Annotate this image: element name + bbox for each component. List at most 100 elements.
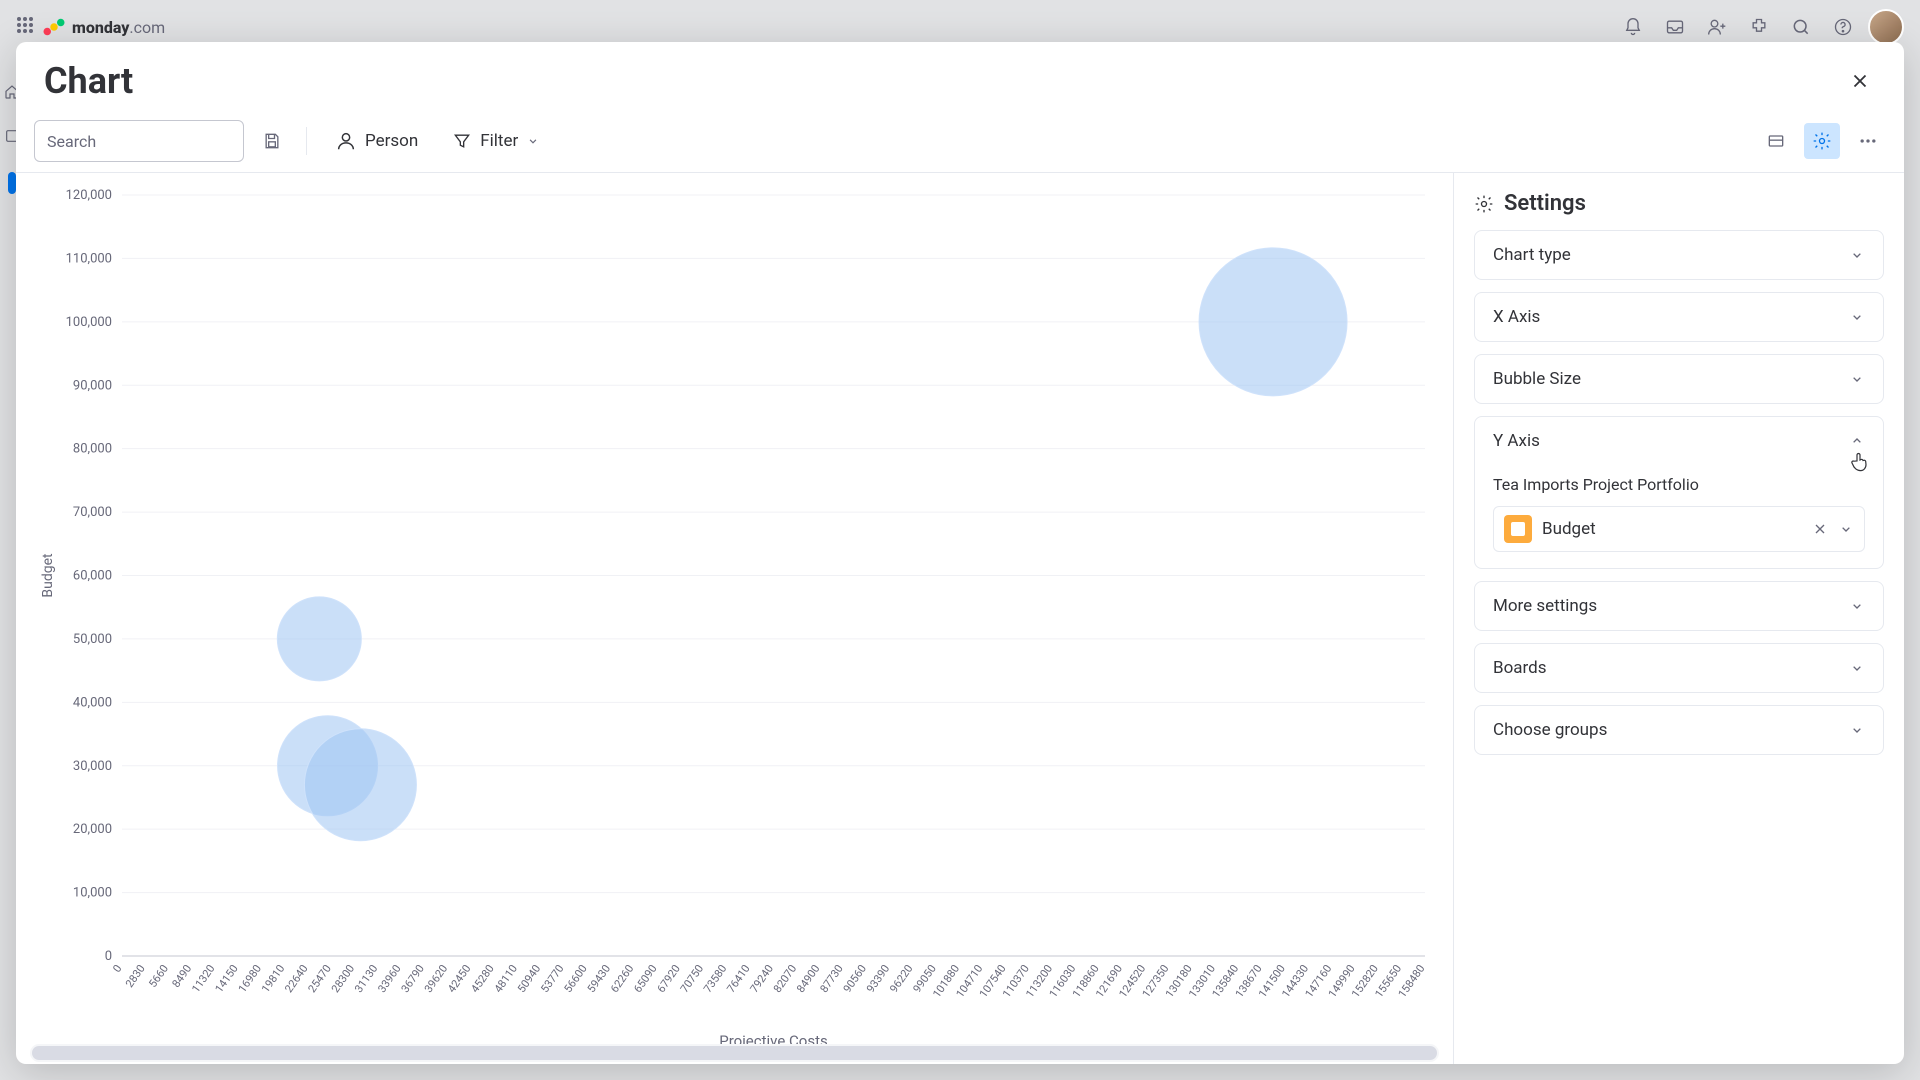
svg-text:28300: 28300 [329,962,357,995]
svg-text:76410: 76410 [724,962,752,995]
svg-text:40,000: 40,000 [73,695,112,710]
svg-text:48110: 48110 [492,962,520,995]
brand-light: .com [129,18,165,37]
svg-text:30,000: 30,000 [73,759,112,774]
settings-title: Settings [1474,191,1884,216]
acc-y-axis-head[interactable]: Y Axis [1475,417,1883,465]
settings-title-text: Settings [1504,191,1586,216]
svg-text:31130: 31130 [352,962,380,995]
svg-text:0: 0 [105,949,112,964]
svg-text:36790: 36790 [399,962,427,995]
svg-text:5660: 5660 [146,962,171,990]
clear-icon[interactable] [1812,521,1828,537]
svg-text:33960: 33960 [375,962,403,995]
svg-text:50,000: 50,000 [73,632,112,647]
help-icon[interactable] [1826,10,1860,44]
svg-text:62260: 62260 [608,962,636,995]
more-menu-icon[interactable] [1850,123,1886,159]
svg-text:53770: 53770 [538,962,566,995]
notifications-icon[interactable] [1616,10,1650,44]
svg-text:19810: 19810 [259,962,287,995]
chart-modal: Chart Person Filter 0 10,000 20,000 30,000 [16,42,1904,1064]
chevron-down-icon [1849,371,1865,387]
svg-text:67920: 67920 [655,962,683,995]
apps-grid-icon[interactable] [16,16,34,38]
chevron-up-icon [1849,433,1865,449]
acc-more-settings[interactable]: More settings [1474,581,1884,631]
svg-text:70,000: 70,000 [73,505,112,520]
brand-strong: monday [72,18,129,37]
brand-logo[interactable]: monday.com [42,15,165,39]
gear-icon [1474,194,1494,214]
svg-text:84900: 84900 [794,962,822,995]
acc-bubble-size[interactable]: Bubble Size [1474,354,1884,404]
svg-text:11320: 11320 [189,962,217,995]
svg-text:73580: 73580 [701,962,729,995]
chevron-down-icon [1849,309,1865,325]
svg-text:100,000: 100,000 [66,315,112,330]
acc-x-axis[interactable]: X Axis [1474,292,1884,342]
svg-text:87730: 87730 [817,962,845,995]
search-input-wrap[interactable] [34,120,244,162]
chevron-down-icon [526,134,540,148]
svg-text:90,000: 90,000 [73,378,112,393]
svg-text:80,000: 80,000 [73,442,112,457]
person-label: Person [365,131,418,151]
filter-button[interactable]: Filter [440,120,552,162]
user-avatar[interactable] [1868,9,1904,45]
svg-text:14150: 14150 [212,962,240,995]
svg-text:82070: 82070 [771,962,799,995]
search-icon[interactable] [1784,10,1818,44]
apps-marketplace-icon[interactable] [1742,10,1776,44]
y-axis-board-label: Tea Imports Project Portfolio [1493,475,1865,494]
svg-text:93390: 93390 [864,962,892,995]
acc-chart-type[interactable]: Chart type [1474,230,1884,280]
svg-text:70750: 70750 [678,962,706,995]
modal-title: Chart [44,60,133,102]
save-view-icon[interactable] [254,123,290,159]
svg-text:79240: 79240 [748,962,776,995]
invite-icon[interactable] [1700,10,1734,44]
svg-text:20,000: 20,000 [73,822,112,837]
svg-text:50940: 50940 [515,962,543,995]
svg-text:59430: 59430 [585,962,613,995]
svg-text:0: 0 [110,962,124,975]
fullscreen-icon[interactable] [1758,123,1794,159]
acc-boards[interactable]: Boards [1474,643,1884,693]
active-workspace-indicator [8,172,16,194]
inbox-icon[interactable] [1658,10,1692,44]
svg-text:65090: 65090 [631,962,659,995]
person-filter[interactable]: Person [323,120,430,162]
close-button[interactable] [1844,65,1876,97]
svg-text:56600: 56600 [561,962,589,995]
numbers-column-icon [1504,515,1532,543]
settings-panel: Settings Chart type X Axis Bubble Size Y… [1454,173,1904,1064]
chart-svg: 0 10,000 20,000 30,000 40,000 50,000 60,000 70,… [36,185,1441,1052]
modal-toolbar: Person Filter [16,110,1904,173]
y-axis-value: Budget [1542,519,1802,539]
svg-text:90560: 90560 [841,962,869,995]
chart-canvas: 0 10,000 20,000 30,000 40,000 50,000 60,000 70,… [16,173,1454,1064]
svg-text:2830: 2830 [123,962,148,990]
svg-text:22640: 22640 [282,962,310,995]
svg-text:10,000: 10,000 [73,886,112,901]
y-axis-picker[interactable]: Budget [1493,506,1865,552]
svg-text:39620: 39620 [422,962,450,995]
chevron-down-icon [1849,598,1865,614]
svg-text:110,000: 110,000 [66,251,112,266]
cursor-hand-icon [1848,450,1872,474]
svg-text:16980: 16980 [236,962,264,995]
chevron-down-icon[interactable] [1838,521,1854,537]
svg-text:120,000: 120,000 [66,188,112,203]
svg-text:42450: 42450 [445,962,473,995]
filter-label: Filter [480,131,518,151]
svg-text:Budget: Budget [40,553,56,598]
svg-text:45280: 45280 [468,962,496,995]
acc-choose-groups[interactable]: Choose groups [1474,705,1884,755]
chevron-down-icon [1849,722,1865,738]
horizontal-scrollbar[interactable] [30,1044,1439,1062]
settings-toggle-icon[interactable] [1804,123,1840,159]
chevron-down-icon [1849,660,1865,676]
svg-text:60,000: 60,000 [73,569,112,584]
search-input[interactable] [47,132,250,151]
